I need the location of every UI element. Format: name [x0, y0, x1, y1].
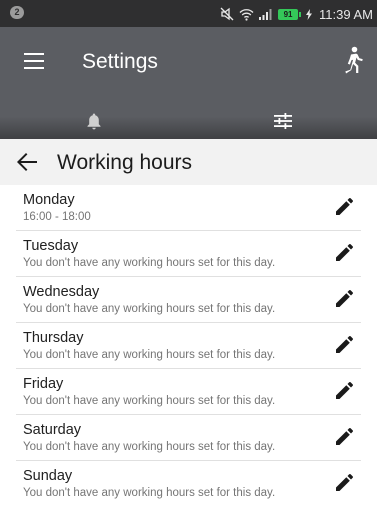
status-icons: 91 11:39 AM — [220, 4, 373, 24]
notification-count-badge: 2 — [10, 6, 24, 19]
day-name: Friday — [23, 376, 63, 393]
edit-wednesday-button[interactable] — [333, 289, 355, 311]
app-bar: Settings — [0, 27, 377, 139]
tab-notifications[interactable] — [0, 102, 189, 139]
pencil-icon — [334, 335, 354, 355]
day-name: Monday — [23, 192, 75, 209]
pencil-icon — [334, 289, 354, 309]
day-name: Saturday — [23, 422, 81, 439]
day-name: Thursday — [23, 330, 83, 347]
menu-icon[interactable] — [24, 53, 44, 69]
sliders-icon — [274, 113, 292, 129]
day-hours: You don't have any working hours set for… — [23, 440, 275, 454]
day-row-thursday[interactable]: Thursday You don't have any working hour… — [16, 323, 361, 369]
charging-icon — [306, 9, 312, 20]
status-time: 11:39 AM — [319, 7, 373, 22]
day-hours: You don't have any working hours set for… — [23, 348, 275, 362]
tab-preferences[interactable] — [189, 102, 377, 139]
edit-thursday-button[interactable] — [333, 335, 355, 357]
day-hours: You don't have any working hours set for… — [23, 256, 275, 270]
pencil-icon — [334, 381, 354, 401]
section-header: Working hours — [0, 139, 377, 185]
edit-monday-button[interactable] — [333, 197, 355, 219]
day-name: Sunday — [23, 468, 72, 485]
edit-sunday-button[interactable] — [333, 473, 355, 495]
wifi-icon — [239, 8, 254, 21]
day-row-saturday[interactable]: Saturday You don't have any working hour… — [16, 415, 361, 461]
status-bar: 2 91 11:39 AM — [0, 0, 377, 27]
pencil-icon — [334, 473, 354, 493]
day-name: Wednesday — [23, 284, 99, 301]
running-person-icon[interactable] — [340, 46, 364, 74]
day-hours: You don't have any working hours set for… — [23, 486, 275, 500]
day-row-monday[interactable]: Monday 16:00 - 18:00 — [16, 185, 361, 231]
mute-icon — [220, 7, 234, 21]
pencil-icon — [334, 243, 354, 263]
settings-tabs — [0, 102, 377, 139]
signal-icon — [259, 8, 273, 20]
day-hours: You don't have any working hours set for… — [23, 302, 275, 316]
day-hours: You don't have any working hours set for… — [23, 394, 275, 408]
section-title: Working hours — [57, 150, 192, 176]
day-row-sunday[interactable]: Sunday You don't have any working hours … — [16, 461, 361, 507]
pencil-icon — [334, 427, 354, 447]
edit-saturday-button[interactable] — [333, 427, 355, 449]
day-row-friday[interactable]: Friday You don't have any working hours … — [16, 369, 361, 415]
day-row-wednesday[interactable]: Wednesday You don't have any working hou… — [16, 277, 361, 323]
battery-icon: 91 — [278, 9, 301, 20]
edit-friday-button[interactable] — [333, 381, 355, 403]
battery-level: 91 — [278, 9, 298, 20]
day-hours: 16:00 - 18:00 — [23, 210, 91, 224]
pencil-icon — [334, 197, 354, 217]
day-row-tuesday[interactable]: Tuesday You don't have any working hours… — [16, 231, 361, 277]
back-arrow-icon[interactable] — [16, 152, 38, 172]
bell-icon — [86, 112, 102, 130]
day-name: Tuesday — [23, 238, 78, 255]
working-hours-list: Monday 16:00 - 18:00 Tuesday You don't h… — [0, 185, 377, 507]
edit-tuesday-button[interactable] — [333, 243, 355, 265]
app-title: Settings — [82, 49, 158, 75]
